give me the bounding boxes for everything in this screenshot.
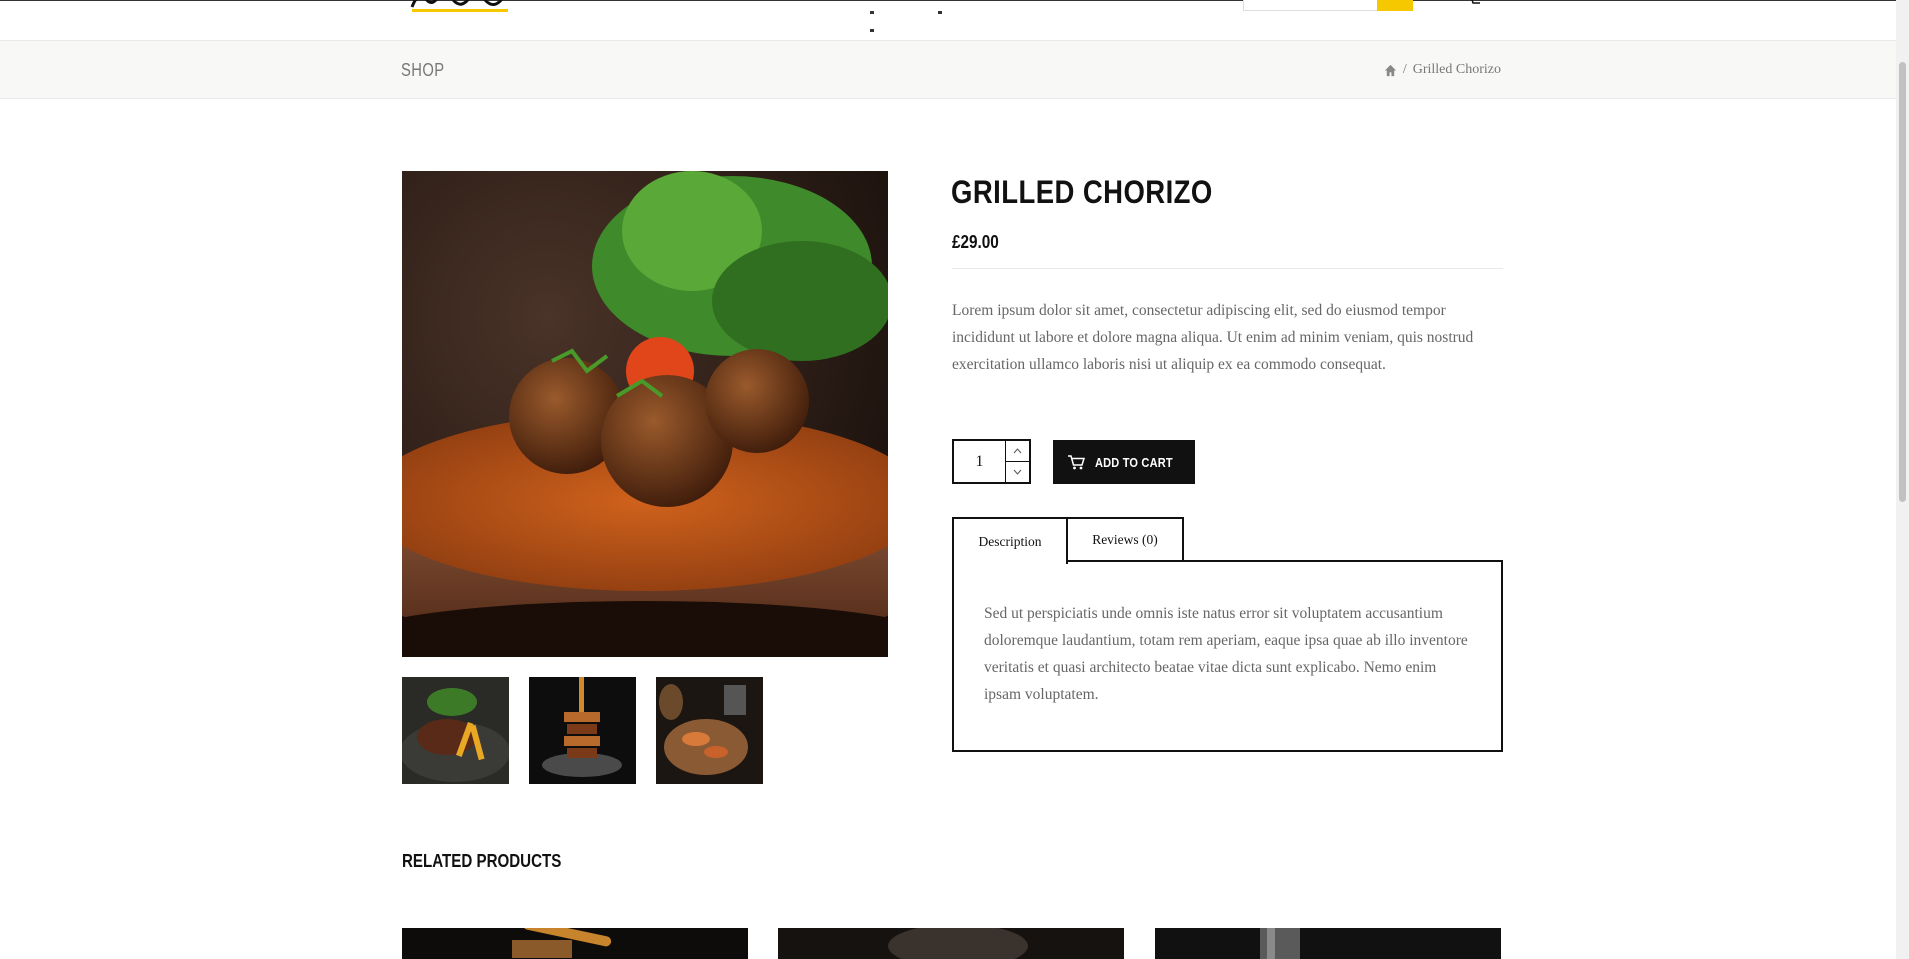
search-button[interactable] bbox=[1377, 0, 1413, 11]
add-to-cart-button[interactable]: ADD TO CART bbox=[1053, 440, 1195, 484]
description-text: Sed ut perspiciatis unde omnis iste natu… bbox=[984, 605, 1468, 703]
home-icon[interactable] bbox=[1384, 64, 1397, 77]
product-price: £29.00 bbox=[952, 232, 999, 252]
chevron-down-icon[interactable] bbox=[1006, 462, 1029, 482]
cart-icon[interactable] bbox=[1468, 0, 1482, 5]
nav-item[interactable] bbox=[870, 29, 874, 32]
breadcrumb: / Grilled Chorizo bbox=[1384, 62, 1501, 78]
related-products-heading: RELATED PRODUCTS bbox=[402, 851, 562, 871]
tab-panel-description: Sed ut perspiciatis unde omnis iste natu… bbox=[952, 560, 1503, 752]
cart-icon bbox=[1068, 455, 1085, 470]
product-title: GRILLED CHORIZO bbox=[951, 174, 1213, 210]
product-short-description: Lorem ipsum dolor sit amet, consectetur … bbox=[952, 302, 1474, 373]
search-input[interactable] bbox=[1243, 0, 1378, 11]
add-to-cart-label: ADD TO CART bbox=[1095, 454, 1173, 470]
related-product-card[interactable] bbox=[402, 928, 748, 959]
page-scrollbar[interactable] bbox=[1896, 0, 1909, 959]
tab-description[interactable]: Description bbox=[952, 517, 1068, 564]
nav-item[interactable] bbox=[870, 11, 874, 14]
quantity-arrows bbox=[1006, 441, 1029, 482]
related-product-card[interactable] bbox=[778, 928, 1124, 959]
breadcrumb-separator: / bbox=[1402, 62, 1407, 77]
breadcrumb-current: Grilled Chorizo bbox=[1412, 62, 1501, 77]
divider bbox=[952, 268, 1503, 269]
nav-item[interactable] bbox=[938, 11, 942, 14]
logo-underline bbox=[412, 9, 508, 12]
quantity-input[interactable]: 1 bbox=[954, 441, 1006, 482]
quantity-stepper: 1 bbox=[952, 439, 1031, 484]
page-title: SHOP bbox=[401, 60, 445, 80]
related-product-card[interactable] bbox=[1155, 928, 1501, 959]
breadcrumb-bar: SHOP / Grilled Chorizo bbox=[0, 40, 1909, 99]
thumbnail-1[interactable] bbox=[402, 677, 509, 784]
tab-reviews[interactable]: Reviews (0) bbox=[1068, 517, 1184, 562]
scrollbar-thumb[interactable] bbox=[1899, 62, 1906, 502]
product-tabs: Description Reviews (0) bbox=[952, 517, 1184, 564]
product-thumbnails bbox=[402, 677, 763, 784]
site-header bbox=[0, 0, 1909, 40]
thumbnail-2[interactable] bbox=[529, 677, 636, 784]
main-nav bbox=[870, 1, 1050, 32]
product-main-image[interactable] bbox=[402, 171, 888, 657]
thumbnail-3[interactable] bbox=[656, 677, 763, 784]
chevron-up-icon[interactable] bbox=[1006, 441, 1029, 462]
